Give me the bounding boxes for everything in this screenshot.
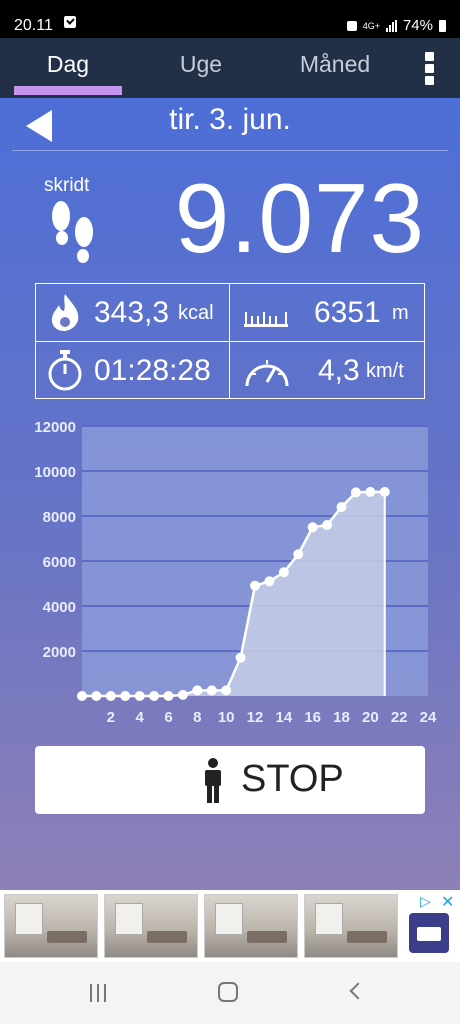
ad-choices-icon[interactable]: ▷ [420,893,431,910]
chart-x-tick: 10 [218,709,235,726]
speed-unit: km/t [366,360,404,382]
active-tab-indicator [14,86,122,95]
ad-logo[interactable] [409,913,449,953]
chart-y-tick: 2000 [43,644,76,661]
chart-point [379,486,390,497]
more-options-icon[interactable] [416,50,444,86]
chart-x-tick: 6 [164,709,172,726]
speedometer-icon [245,360,289,387]
chart-point [307,522,318,533]
speed-value: 4,3 [318,354,360,387]
ad-image-3[interactable] [204,894,298,958]
chart-point [77,691,87,701]
chart-x-tick: 24 [420,709,437,726]
ad-image-1[interactable] [4,894,98,958]
stats-grid: 343,3 kcal 6351 m 01:28:28 4,3 km/t [35,283,425,399]
chart-point [350,487,361,498]
chart-x-tick: 16 [304,709,321,726]
chart-x-tick: 4 [135,709,144,726]
fire-icon [51,294,79,331]
signal-icon [385,19,397,32]
notification-check-icon [64,16,76,28]
walking-person-icon [205,758,221,803]
chart-x-tick: 18 [333,709,350,726]
chart-y-tick: 10000 [34,464,76,481]
chart-point [163,691,174,701]
battery-percent: 74% [402,17,433,34]
date-title: tir. 3. jun. [169,103,291,136]
date-divider [12,150,448,151]
status-time: 20.11 [14,17,53,34]
chart-point [177,689,188,700]
chart-x-tick: 22 [391,709,408,726]
chart-point [134,691,145,701]
network-type: 4G+ [362,20,380,31]
chart-x-tick: 20 [362,709,379,726]
recents-icon[interactable] [90,984,108,1002]
chart-point [149,691,160,701]
steps-chart: 200040006000800010000120002 4 6 8 10 12 14 16 18… [34,419,437,726]
status-bar: 20.11 4G+ 74% [0,0,460,38]
chart-point [264,576,275,587]
distance-unit: m [392,302,409,324]
chart-point [105,691,116,701]
chart-point [322,520,333,530]
status-icons: 4G+ 74% [346,17,446,34]
chart-y-tick: 12000 [34,419,76,436]
chart-point [192,685,203,696]
stats-divider-horizontal [36,341,424,342]
chart-y-tick: 6000 [43,554,76,571]
previous-day-icon[interactable] [26,110,52,142]
ad-image-4[interactable] [304,894,398,958]
calories-value: 343,3 [94,296,170,329]
chart-point [336,502,347,512]
ad-banner[interactable] [0,890,460,962]
ad-close-icon[interactable]: ✕ [441,892,454,912]
chart-point [293,549,304,560]
chart-x-tick: 14 [275,709,292,726]
ruler-icon [244,312,288,327]
distance-value: 6351 [314,296,381,329]
footprints-icon [52,201,93,263]
battery-icon [439,19,446,32]
chart-y-tick: 4000 [43,599,76,616]
alarm-icon [346,20,357,31]
tab-week[interactable]: Uge [146,38,256,98]
system-nav-bar [0,962,460,1024]
home-icon[interactable] [218,982,238,1002]
calories-unit: kcal [178,302,214,324]
chart-point [91,691,102,701]
chart-x-tick: 12 [247,709,264,726]
chart-x-tick: 2 [107,709,115,726]
stop-label: STOP [241,758,344,800]
stopwatch-icon [48,350,82,391]
chart-point [120,691,131,701]
chart-point [250,580,260,591]
chart-x-tick: 8 [193,709,201,726]
chart-point [206,685,217,696]
ad-image-2[interactable] [104,894,198,958]
duration-value: 01:28:28 [94,354,211,387]
chart-point [235,652,246,663]
chart-point [221,685,232,696]
chart-point [278,567,289,578]
back-icon[interactable] [349,982,367,1000]
chart-point [365,486,376,497]
chart-y-tick: 8000 [43,509,76,526]
steps-value: 9.073 [174,163,425,273]
stop-button[interactable]: STOP [35,746,425,814]
steps-label: skridt [44,175,90,196]
tab-month[interactable]: Måned [275,38,395,98]
